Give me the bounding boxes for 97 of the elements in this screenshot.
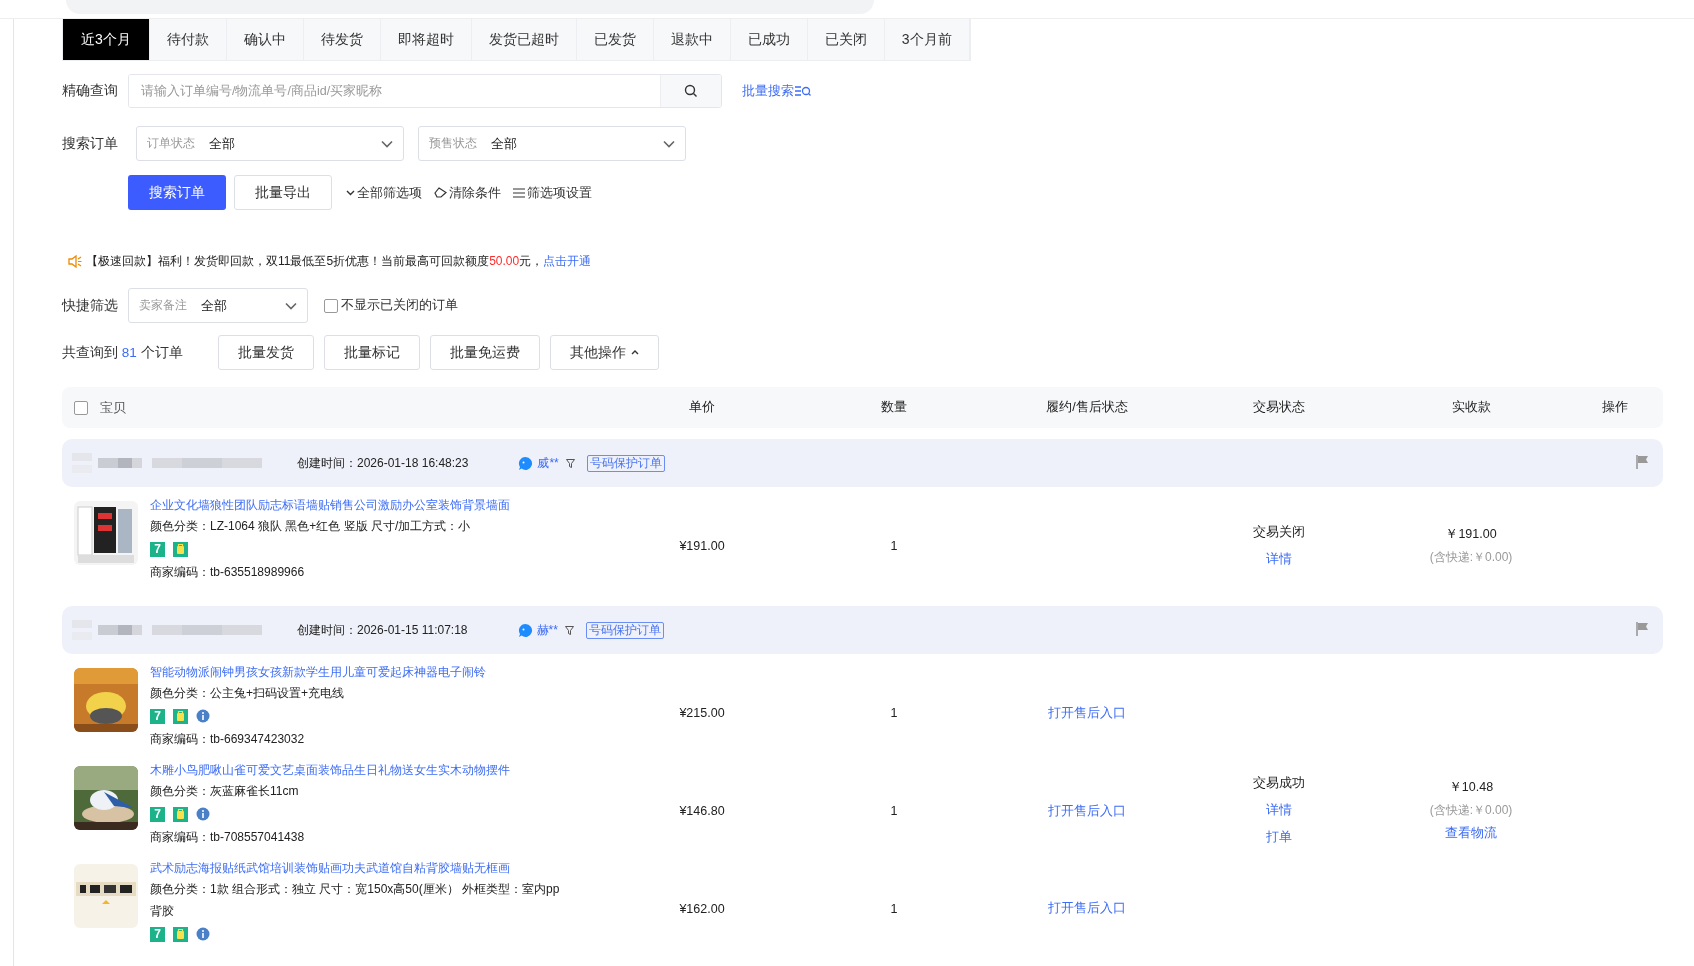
after-sales-link[interactable]: 打开售后入口 (1048, 802, 1126, 820)
column-header: 数量 (881, 399, 907, 416)
info-icon[interactable] (196, 709, 210, 723)
product-variant-text: 颜色分类：LZ-1064 狼队 黑色+红色 竖版 尺寸/加工方式：小 (150, 518, 472, 535)
after-sales-link[interactable]: 打开售后入口 (1048, 704, 1126, 722)
speaker-icon (68, 255, 82, 268)
dropdown[interactable]: 预售状态 全部 (418, 126, 686, 161)
checkbox[interactable] (324, 298, 338, 313)
product-title-link[interactable]: 企业文化墙狼性团队励志标语墙贴销售公司激励办公室装饰背景墙面 (150, 497, 510, 514)
search-field[interactable]: 请输入订单编号/物流单号/商品id/买家昵称 (128, 74, 722, 108)
select-all-checkbox[interactable] (74, 400, 88, 415)
seven-day-return-badge: 7 (150, 541, 165, 557)
column-header: 单价 (689, 399, 715, 416)
after-sales-link[interactable]: 打开售后入口 (1048, 900, 1126, 917)
flag-icon[interactable] (1636, 622, 1649, 636)
product-title-link[interactable]: 木雕小鸟肥啾山雀可爱文艺桌面装饰品生日礼物送女生实木动物摆件 (150, 762, 510, 779)
field-label: 精确查询 (62, 82, 119, 100)
chevron-down-icon (663, 139, 675, 148)
info-icon[interactable] (196, 927, 210, 941)
filter-link[interactable]: 筛选项设置 (513, 183, 592, 202)
eraser-icon (434, 187, 447, 198)
export-button[interactable]: 批量导出 (234, 175, 332, 210)
chevron-down-icon (346, 189, 355, 196)
order-link[interactable]: 打单 (1266, 829, 1292, 846)
dropdown[interactable]: 订单状态 全部 (136, 126, 404, 161)
list-search-icon (795, 85, 811, 97)
notice-text: 【极速回款】福利！发货即回款，双11最低至5折优惠！当前最高可回款额度50.00元，点击开通 (86, 253, 592, 270)
field-label: 搜索订单 (62, 134, 119, 153)
merchant-code-text: 商家编码：tb-635518989966 (150, 564, 306, 581)
list-icon (513, 187, 525, 198)
product-title-link[interactable]: 智能动物派闹钟男孩女孩新款学生用儿童可爱起床神器电子闹铃 (150, 664, 486, 681)
order-tag: 号码保护订单 (585, 621, 664, 639)
chevron-down-icon (381, 139, 393, 148)
filter-link[interactable]: 全部筛选项 (346, 183, 422, 202)
merchant-code-text: 商家编码：tb-669347423032 (150, 731, 306, 748)
quantity: 1 (890, 706, 898, 720)
product-variant-text: 颜色分类：公主兔+扫码设置+充电线 (150, 685, 345, 702)
buyer-name[interactable]: 赫** (536, 621, 558, 639)
column-header: 实收款 (1451, 399, 1491, 416)
info-icon[interactable] (196, 807, 210, 821)
column-header: 宝贝 (100, 398, 126, 417)
chat-bubble-icon[interactable] (518, 455, 534, 471)
search-button[interactable] (660, 75, 721, 107)
chat-bubble-icon[interactable] (517, 622, 533, 638)
bulk-action-button[interactable]: 批量免运费 (430, 335, 540, 370)
bulk-action-button[interactable]: 批量发货 (218, 335, 314, 370)
seven-day-return-badge: 7 (150, 708, 165, 724)
quantity: 1 (890, 901, 898, 916)
product-variant-text: 颜色分类：1款 组合形式：独立 尺寸：宽150x高50(厘米） 外框类型：室内pp背胶 (150, 881, 561, 920)
filter-icon[interactable] (564, 625, 574, 635)
unit-price: ¥162.00 (679, 901, 725, 916)
unit-price: ¥215.00 (679, 706, 725, 720)
more-actions-button[interactable]: 其他操作 (550, 335, 659, 370)
seven-day-return-badge: 7 (150, 926, 165, 942)
bulk-action-button[interactable]: 批量标记 (324, 335, 420, 370)
buyer-name[interactable]: 威** (537, 454, 559, 472)
order-link[interactable]: 详情 (1266, 802, 1292, 819)
search-icon (684, 84, 698, 98)
shipping-fee-text: (含快递:￥0.00) (1429, 802, 1513, 819)
chevron-up-icon (631, 350, 639, 355)
bag-badge-icon (173, 708, 188, 724)
bag-badge-icon (173, 926, 188, 942)
trade-status: 交易成功 (1253, 775, 1305, 792)
product-variant-text: 颜色分类：灰蓝麻雀长11cm (150, 783, 300, 800)
column-header: 操作 (1602, 399, 1628, 416)
result-count-text: 共查询到 81 个订单 (62, 343, 184, 362)
trade-status: 交易关闭 (1253, 524, 1305, 541)
bag-badge-icon (173, 806, 188, 822)
chevron-down-icon (285, 301, 297, 310)
logistics-link[interactable]: 查看物流 (1445, 825, 1497, 842)
column-header: 履约/售后状态 (1046, 399, 1128, 416)
unit-price: ¥191.00 (679, 539, 725, 553)
merchant-code-text: 商家编码：tb-708557041438 (150, 829, 306, 846)
checkbox-label: 不显示已关闭的订单 (341, 297, 458, 314)
created-time: 创建时间：2026-01-18 16:48:23 (297, 454, 469, 472)
quantity: 1 (890, 539, 898, 553)
bag-badge-icon (173, 541, 188, 557)
product-title-link[interactable]: 武术励志海报贴纸武馆培训装饰贴画功夫武道馆自粘背胶墙贴无框画 (150, 860, 570, 877)
filter-icon[interactable] (565, 458, 575, 468)
amount-received: ￥191.00 (1445, 526, 1497, 543)
order-link[interactable]: 详情 (1266, 551, 1292, 568)
shipping-fee-text: (含快递:￥0.00) (1429, 549, 1513, 566)
seven-day-return-badge: 7 (150, 806, 165, 822)
created-time: 创建时间：2026-01-15 11:07:18 (297, 621, 468, 639)
quantity: 1 (890, 804, 898, 818)
field-label: 快捷筛选 (62, 296, 119, 315)
dropdown[interactable]: 卖家备注 全部 (128, 288, 308, 323)
unit-price: ¥146.80 (679, 804, 725, 818)
order-tag: 号码保护订单 (586, 454, 665, 472)
filter-link[interactable]: 清除条件 (434, 183, 501, 202)
column-header: 交易状态 (1253, 399, 1305, 416)
status-tab[interactable]: 近3个月 (63, 19, 150, 60)
bulk-search-link[interactable]: 批量搜索 (742, 82, 811, 100)
amount-received: ￥10.48 (1448, 779, 1494, 796)
search-orders-button[interactable]: 搜索订单 (128, 175, 226, 210)
flag-icon[interactable] (1636, 455, 1649, 469)
activate-link[interactable]: 点击开通 (543, 254, 592, 268)
